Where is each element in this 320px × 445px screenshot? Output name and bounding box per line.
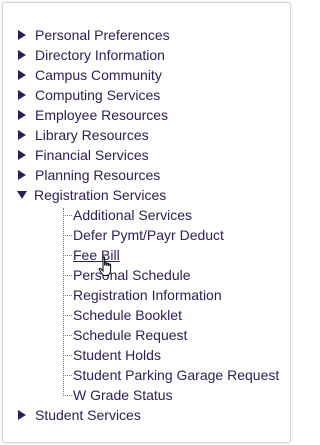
expand-arrow-icon[interactable] xyxy=(18,30,26,40)
menu-item-planning-resources[interactable]: Planning Resources xyxy=(18,165,160,185)
menu-item-directory-information[interactable]: Directory Information xyxy=(18,45,165,65)
menu-item-label[interactable]: Employee Resources xyxy=(35,107,168,123)
submenu-item-schedule-booklet[interactable]: Schedule Booklet xyxy=(63,305,182,325)
submenu-item-label[interactable]: Defer Pymt/Payr Deduct xyxy=(73,227,224,243)
submenu-item-defer-pymt[interactable]: Defer Pymt/Payr Deduct xyxy=(63,225,224,245)
menu-item-label[interactable]: Directory Information xyxy=(35,47,165,63)
tree-branch xyxy=(63,334,72,336)
submenu-item-label[interactable]: Registration Information xyxy=(73,287,222,303)
submenu-item-w-grade-status[interactable]: W Grade Status xyxy=(63,385,173,405)
tree-branch xyxy=(63,354,72,356)
menu-item-label[interactable]: Registration Services xyxy=(34,187,166,203)
tree-branch xyxy=(63,374,72,376)
submenu-item-registration-information[interactable]: Registration Information xyxy=(63,285,222,305)
menu-item-employee-resources[interactable]: Employee Resources xyxy=(18,105,168,125)
tree-branch xyxy=(63,214,72,216)
hand-pointer-icon xyxy=(98,256,112,276)
menu-item-financial-services[interactable]: Financial Services xyxy=(18,145,149,165)
submenu-item-label[interactable]: Student Parking Garage Request xyxy=(73,367,279,383)
navigation-panel: Personal Preferences Directory Informati… xyxy=(2,2,291,443)
tree-branch xyxy=(63,254,72,256)
menu-item-registration-services[interactable]: Registration Services xyxy=(17,185,166,205)
submenu-item-student-holds[interactable]: Student Holds xyxy=(63,345,161,365)
tree-branch xyxy=(63,274,72,276)
menu-item-label[interactable]: Computing Services xyxy=(35,87,160,103)
expand-arrow-icon[interactable] xyxy=(18,150,26,160)
submenu-item-label[interactable]: Schedule Booklet xyxy=(73,307,182,323)
expand-arrow-icon[interactable] xyxy=(18,50,26,60)
tree-branch xyxy=(63,314,72,316)
submenu-item-label[interactable]: Student Holds xyxy=(73,347,161,363)
submenu-item-label[interactable]: Additional Services xyxy=(73,207,192,223)
submenu-item-label[interactable]: W Grade Status xyxy=(73,387,173,403)
collapse-arrow-icon[interactable] xyxy=(17,191,27,199)
menu-item-label[interactable]: Campus Community xyxy=(35,67,162,83)
expand-arrow-icon[interactable] xyxy=(18,70,26,80)
tree-branch xyxy=(63,294,72,296)
expand-arrow-icon[interactable] xyxy=(18,110,26,120)
submenu-item-schedule-request[interactable]: Schedule Request xyxy=(63,325,187,345)
submenu-item-personal-schedule[interactable]: Personal Schedule xyxy=(63,265,191,285)
submenu-item-additional-services[interactable]: Additional Services xyxy=(63,205,192,225)
expand-arrow-icon[interactable] xyxy=(18,130,26,140)
menu-item-label[interactable]: Planning Resources xyxy=(35,167,160,183)
expand-arrow-icon[interactable] xyxy=(18,90,26,100)
menu-item-computing-services[interactable]: Computing Services xyxy=(18,85,160,105)
expand-arrow-icon[interactable] xyxy=(18,410,26,420)
menu-item-label[interactable]: Financial Services xyxy=(35,147,149,163)
submenu-item-label[interactable]: Schedule Request xyxy=(73,327,187,343)
tree-branch xyxy=(63,394,72,396)
menu-item-label[interactable]: Student Services xyxy=(35,407,141,423)
expand-arrow-icon[interactable] xyxy=(18,170,26,180)
menu-item-personal-preferences[interactable]: Personal Preferences xyxy=(18,25,170,45)
tree-branch xyxy=(63,234,72,236)
menu-item-label[interactable]: Library Resources xyxy=(35,127,149,143)
submenu-item-label[interactable]: Personal Schedule xyxy=(73,267,191,283)
menu-item-library-resources[interactable]: Library Resources xyxy=(18,125,149,145)
menu-item-label[interactable]: Personal Preferences xyxy=(35,27,170,43)
menu-item-campus-community[interactable]: Campus Community xyxy=(18,65,162,85)
menu-item-student-services[interactable]: Student Services xyxy=(18,405,141,425)
submenu-item-student-parking-garage-request[interactable]: Student Parking Garage Request xyxy=(63,365,279,385)
